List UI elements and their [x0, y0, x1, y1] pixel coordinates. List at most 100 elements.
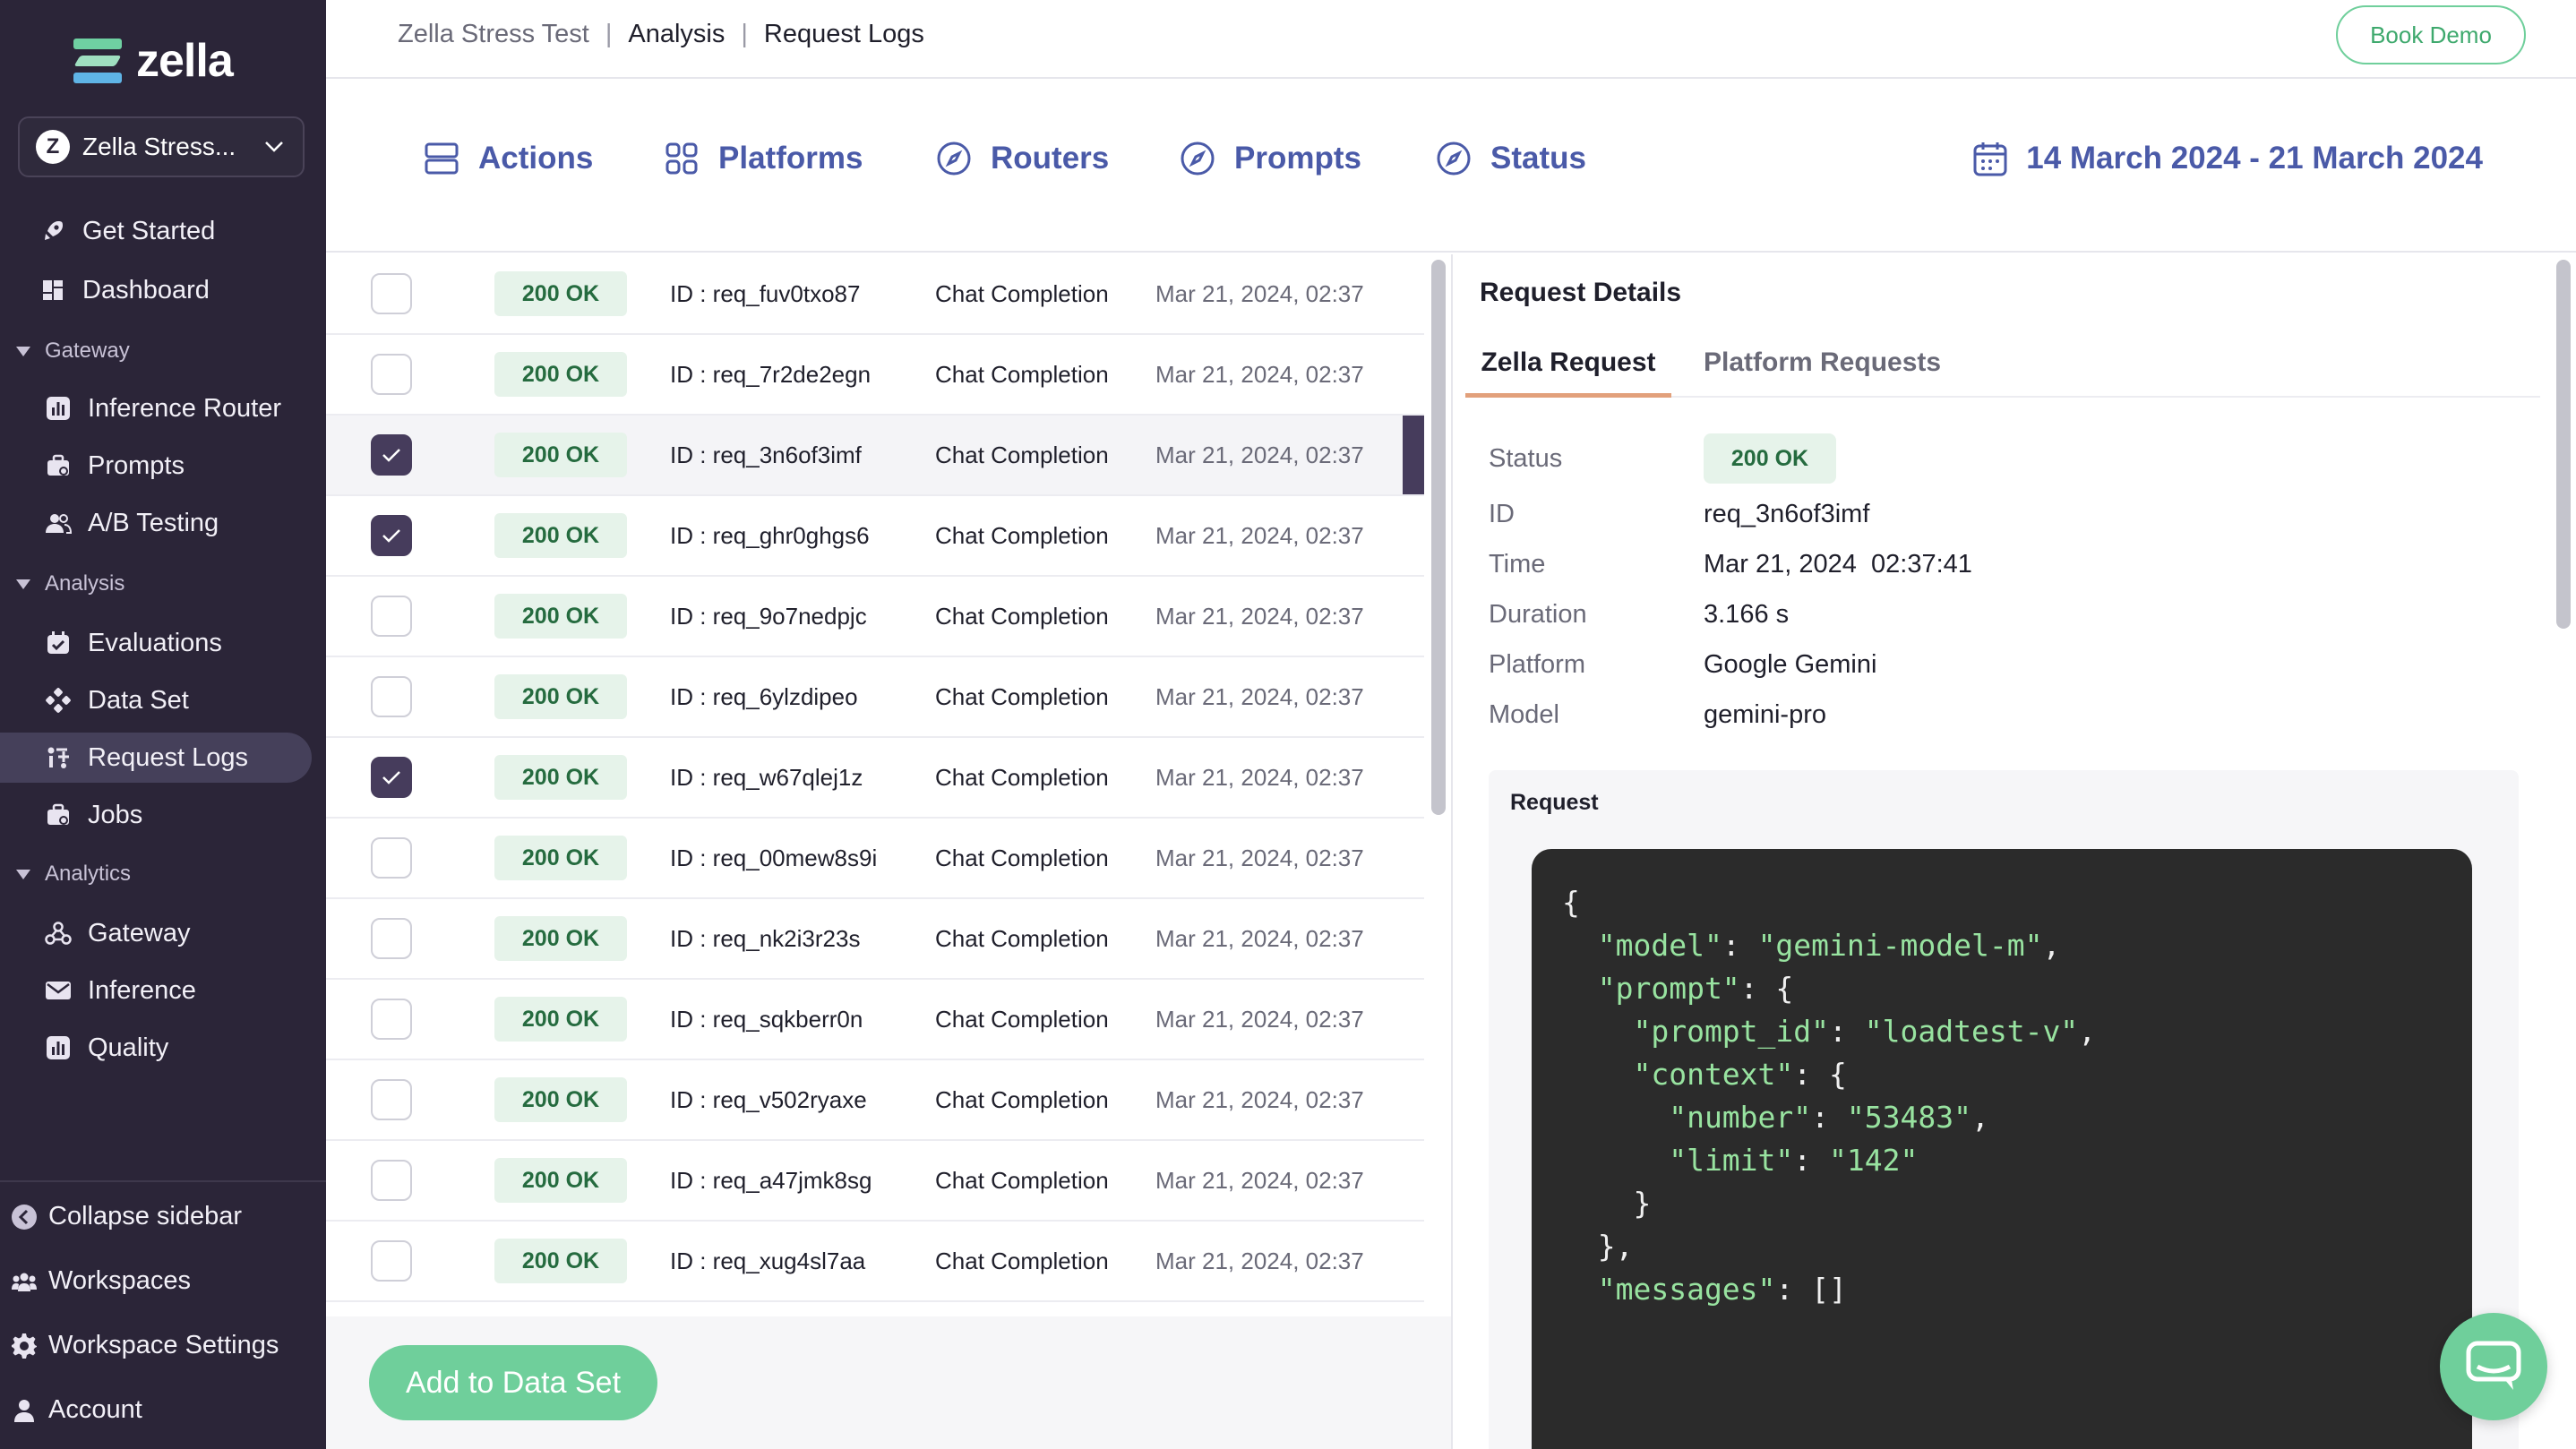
table-row[interactable]: 200 OK ID : req_7r2de2egn Chat Completio…	[326, 335, 1424, 416]
chart-icon	[45, 1034, 72, 1061]
code-key: "messages"	[1562, 1272, 1776, 1307]
users-icon	[45, 510, 72, 536]
table-row[interactable]: 200 OK ID : req_6ylzdipeo Chat Completio…	[326, 657, 1424, 738]
mail-icon	[45, 977, 72, 1004]
caret-down-icon	[16, 346, 30, 356]
code-punct: : {	[1793, 1057, 1847, 1092]
sidebar-item-workspace-settings[interactable]: Workspace Settings	[11, 1331, 279, 1360]
row-checkbox[interactable]	[371, 918, 412, 959]
breadcrumb-workspace[interactable]: Zella Stress Test	[398, 20, 589, 49]
row-checkbox[interactable]	[371, 1079, 412, 1120]
code-punct: :	[1793, 1143, 1830, 1178]
row-checkbox[interactable]	[371, 354, 412, 395]
table-row[interactable]: 200 OK ID : req_w67qlej1z Chat Completio…	[326, 738, 1424, 819]
sidebar-item-jobs[interactable]: Jobs	[0, 790, 326, 840]
table-row[interactable]: 200 OK ID : req_nk2i3r23s Chat Completio…	[326, 899, 1424, 980]
row-checkbox[interactable]	[371, 757, 412, 798]
table-row[interactable]: 200 OK ID : req_fuv0txo87 Chat Completio…	[326, 254, 1424, 335]
table-scrollbar[interactable]	[1431, 260, 1446, 1316]
sidebar-item-evaluations[interactable]: Evaluations	[0, 618, 326, 668]
sidebar-item-quality[interactable]: Quality	[0, 1023, 326, 1073]
row-checkbox[interactable]	[371, 676, 412, 717]
sidebar-item-label: Collapse sidebar	[48, 1202, 243, 1230]
logo-mark-icon	[73, 39, 122, 83]
sidebar-item-dashboard[interactable]: Dashboard	[0, 265, 326, 315]
request-json-code-block[interactable]: { "model": "gemini-model-m", "prompt": {…	[1532, 849, 2472, 1449]
row-checkbox[interactable]	[371, 837, 412, 879]
filter-status[interactable]: Status	[1435, 138, 1586, 179]
add-to-data-set-button[interactable]: Add to Data Set	[369, 1345, 657, 1420]
sidebar-section-analytics[interactable]: Analytics	[16, 862, 131, 887]
code-punct: : {	[1739, 971, 1794, 1006]
row-checkbox[interactable]	[371, 1160, 412, 1201]
nodes-icon	[45, 687, 72, 714]
detail-value-id: req_3n6of3imf	[1704, 500, 1870, 528]
rocket-icon	[39, 218, 66, 244]
table-row[interactable]: 200 OK ID : req_9o7nedpjc Chat Completio…	[326, 577, 1424, 657]
details-scrollbar-thumb[interactable]	[2556, 260, 2571, 629]
check-icon	[382, 771, 400, 785]
table-row-selected[interactable]: 200 OK ID : req_3n6of3imf Chat Completio…	[326, 416, 1424, 496]
row-checkbox[interactable]	[371, 434, 412, 476]
detail-label-status: Status	[1489, 444, 1563, 473]
request-type: Chat Completion	[935, 602, 1109, 630]
date-range-picker[interactable]: 14 March 2024 - 21 March 2024	[1972, 138, 2483, 179]
selected-row-indicator	[1403, 416, 1424, 494]
caret-down-icon	[16, 579, 30, 589]
status-badge: 200 OK	[494, 352, 627, 397]
filter-platforms[interactable]: Platforms	[663, 138, 863, 179]
details-scrollbar[interactable]	[2556, 260, 2571, 1442]
request-id: ID : req_9o7nedpjc	[670, 602, 867, 630]
table-row[interactable]: 200 OK ID : req_a47jmk8sg Chat Completio…	[326, 1141, 1424, 1222]
sidebar-item-workspaces[interactable]: Workspaces	[11, 1266, 191, 1296]
table-row[interactable]: 200 OK ID : req_sqkberr0n Chat Completio…	[326, 980, 1424, 1060]
workspace-selector[interactable]: Z Zella Stress...	[18, 116, 305, 177]
sidebar-item-inference[interactable]: Inference	[0, 965, 326, 1016]
request-id: ID : req_3n6of3imf	[670, 441, 862, 468]
workspace-name: Zella Stress...	[82, 133, 236, 160]
table-scrollbar-thumb[interactable]	[1431, 260, 1446, 815]
sidebar-section-label: Analytics	[45, 862, 132, 886]
tab-zella-request[interactable]: Zella Request	[1465, 344, 1671, 398]
sidebar-item-prompts[interactable]: Prompts	[0, 441, 326, 491]
table-row[interactable]: 200 OK ID : req_xug4sl7aa Chat Completio…	[326, 1222, 1424, 1302]
sidebar-divider	[0, 1180, 326, 1182]
book-demo-button[interactable]: Book Demo	[2336, 5, 2526, 64]
sidebar-section-analysis[interactable]: Analysis	[16, 571, 125, 596]
request-time: Mar 21, 2024, 02:37	[1155, 924, 1364, 952]
row-checkbox[interactable]	[371, 515, 412, 556]
tab-platform-requests[interactable]: Platform Requests	[1704, 344, 1941, 398]
date-range-label: 14 March 2024 - 21 March 2024	[2026, 141, 2483, 176]
collapse-icon	[11, 1204, 38, 1230]
row-checkbox[interactable]	[371, 596, 412, 637]
filter-actions[interactable]: Actions	[423, 138, 593, 179]
sidebar-section-gateway[interactable]: Gateway	[16, 339, 130, 364]
filter-prompts[interactable]: Prompts	[1179, 138, 1361, 179]
filter-routers[interactable]: Routers	[935, 138, 1109, 179]
sidebar-item-get-started[interactable]: Get Started	[0, 206, 326, 256]
request-id: ID : req_6ylzdipeo	[670, 682, 858, 710]
sidebar-item-label: Dashboard	[82, 275, 210, 304]
sidebar-item-account[interactable]: Account	[11, 1395, 142, 1425]
row-checkbox[interactable]	[371, 1240, 412, 1282]
sidebar-item-analytics-gateway[interactable]: Gateway	[0, 908, 326, 958]
row-checkbox[interactable]	[371, 999, 412, 1040]
chat-support-button[interactable]	[2440, 1313, 2547, 1420]
logo[interactable]: zella	[73, 34, 234, 88]
sidebar-item-data-set[interactable]: Data Set	[0, 675, 326, 725]
breadcrumb-separator: |	[741, 20, 748, 48]
compass-icon	[1179, 140, 1216, 177]
sidebar-item-ab-testing[interactable]: A/B Testing	[0, 498, 326, 548]
breadcrumb-analysis[interactable]: Analysis	[628, 20, 725, 49]
collapse-sidebar-button[interactable]: Collapse sidebar	[11, 1202, 242, 1231]
calendar-icon	[1972, 141, 2008, 176]
request-id: ID : req_sqkberr0n	[670, 1005, 863, 1033]
request-time: Mar 21, 2024, 02:37	[1155, 682, 1364, 710]
sidebar-item-inference-router[interactable]: Inference Router	[0, 383, 326, 433]
table-row[interactable]: 200 OK ID : req_ghr0ghgs6 Chat Completio…	[326, 496, 1424, 577]
table-row[interactable]: 200 OK ID : req_00mew8s9i Chat Completio…	[326, 819, 1424, 899]
row-checkbox[interactable]	[371, 273, 412, 314]
request-id: ID : req_w67qlej1z	[670, 763, 863, 791]
sidebar-item-request-logs[interactable]: Request Logs	[0, 733, 312, 783]
table-row[interactable]: 200 OK ID : req_v502ryaxe Chat Completio…	[326, 1060, 1424, 1141]
